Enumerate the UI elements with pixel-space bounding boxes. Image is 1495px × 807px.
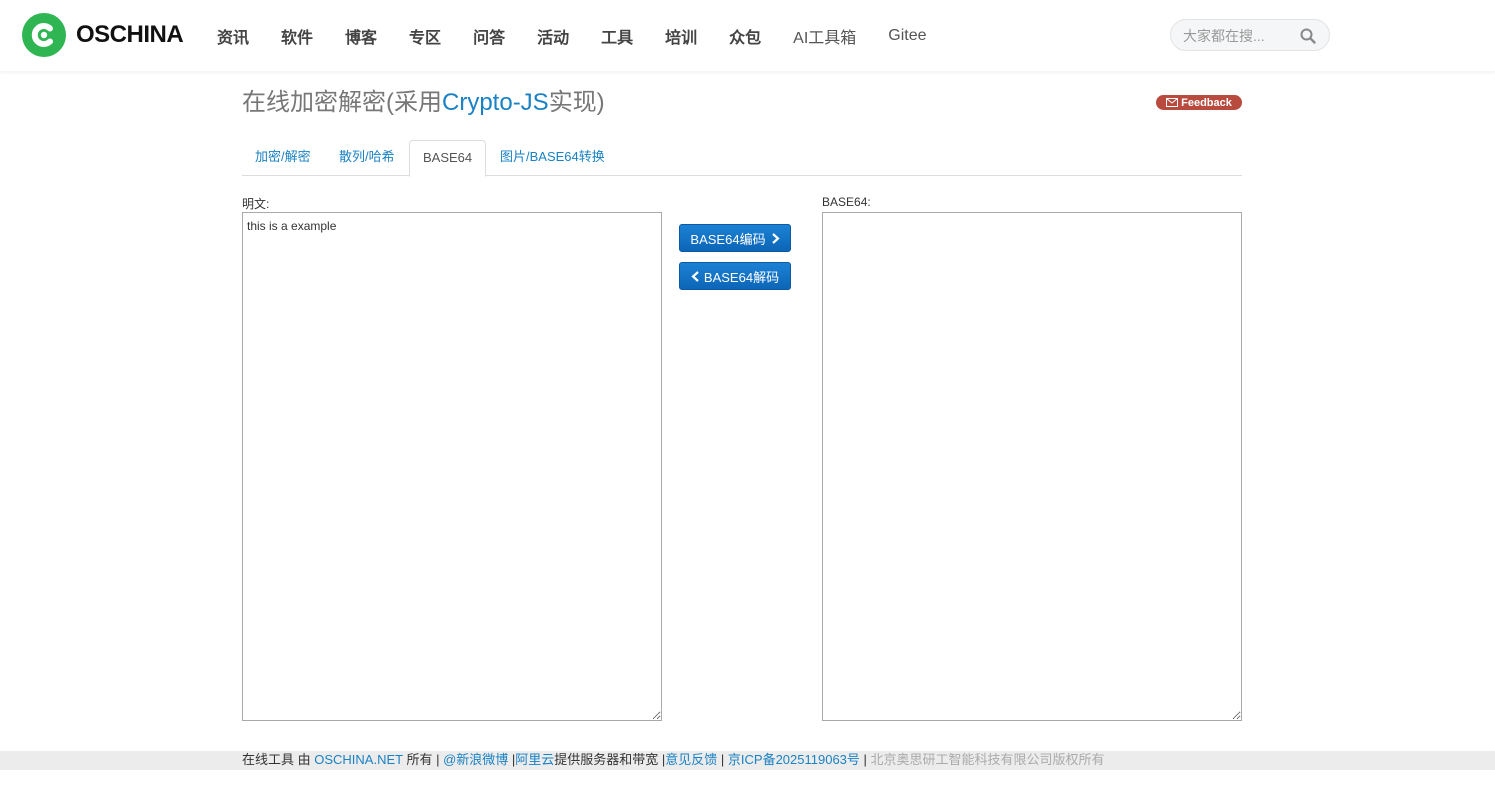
base64-label: BASE64: <box>822 195 871 209</box>
nav-blog[interactable]: 博客 <box>345 24 377 48</box>
tab-encrypt-decrypt[interactable]: 加密/解密 <box>242 140 324 176</box>
search-icon[interactable] <box>1299 27 1317 45</box>
footer-link-aliyun[interactable]: 阿里云 <box>515 752 554 767</box>
tab-image-base64[interactable]: 图片/BASE64转换 <box>487 140 618 176</box>
footer-text-2: 所有 | <box>402 752 444 767</box>
feedback-button[interactable]: Feedback <box>1156 95 1242 110</box>
footer-link-feedback[interactable]: 意见反馈 <box>665 752 717 767</box>
feedback-label: Feedback <box>1181 96 1232 109</box>
nav-zone[interactable]: 专区 <box>409 24 441 48</box>
top-header: OSCHINA 资讯 软件 博客 专区 问答 活动 工具 培训 众包 AI工具箱… <box>0 0 1495 71</box>
tool-tabs: 加密/解密 散列/哈希 BASE64 图片/BASE64转换 <box>242 140 1242 177</box>
footer-text-5: | <box>717 752 728 767</box>
footer-link-icp[interactable]: 京ICP备2025119063号 <box>728 752 860 767</box>
chevron-left-icon <box>691 270 699 282</box>
nav-ai-toolbox[interactable]: AI工具箱 <box>793 24 856 48</box>
footer-copyright: 北京奥思研工智能科技有限公司版权所有 <box>870 752 1105 767</box>
footer-text-4: 提供服务器和带宽 | <box>554 752 666 767</box>
nav-gitee[interactable]: Gitee <box>888 27 926 45</box>
footer-link-weibo[interactable]: @新浪微博 <box>443 752 508 767</box>
footer-text-6: | <box>859 752 871 767</box>
nav-training[interactable]: 培训 <box>665 24 697 48</box>
plaintext-textarea[interactable] <box>242 212 662 721</box>
page-title: 在线加密解密(采用Crypto-JS实现) <box>242 82 605 117</box>
chevron-right-icon <box>771 232 780 244</box>
mail-icon <box>1166 98 1179 107</box>
tab-base64[interactable]: BASE64 <box>409 140 487 177</box>
oschina-logo-icon <box>22 13 66 57</box>
nav-crowdsourcing[interactable]: 众包 <box>729 24 761 48</box>
footer-text-1: 在线工具 由 <box>242 752 315 767</box>
footer: 在线工具 由 OSCHINA.NET 所有 | @新浪微博 | 阿里云提供服务器和… <box>0 751 1495 770</box>
base64-encode-button[interactable]: BASE64编码 <box>679 224 791 252</box>
tab-hash[interactable]: 散列/哈希 <box>326 140 408 176</box>
logo-text: OSCHINA <box>76 21 184 48</box>
footer-link-oschina[interactable]: OSCHINA.NET <box>314 752 403 767</box>
oschina-logo[interactable]: OSCHINA <box>22 13 184 57</box>
search-input[interactable] <box>1183 26 1293 46</box>
base64-textarea[interactable] <box>822 212 1242 721</box>
decode-label: BASE64解码 <box>703 269 780 285</box>
nav-news[interactable]: 资讯 <box>217 24 249 48</box>
nav-qa[interactable]: 问答 <box>473 24 505 48</box>
page-title-suffix: 实现) <box>548 89 605 116</box>
page-title-prefix: 在线加密解密(采用 <box>242 89 442 116</box>
plaintext-label: 明文: <box>242 197 270 211</box>
nav-tools[interactable]: 工具 <box>601 24 633 48</box>
nav-events[interactable]: 活动 <box>537 24 569 48</box>
search-box <box>1170 19 1330 51</box>
base64-decode-button[interactable]: BASE64解码 <box>679 262 791 290</box>
main-nav: 资讯 软件 博客 专区 问答 活动 工具 培训 众包 AI工具箱 Gitee <box>217 0 959 71</box>
nav-software[interactable]: 软件 <box>281 24 313 48</box>
page-title-highlight: Crypto-JS <box>442 89 549 116</box>
encode-label: BASE64编码 <box>690 231 766 247</box>
